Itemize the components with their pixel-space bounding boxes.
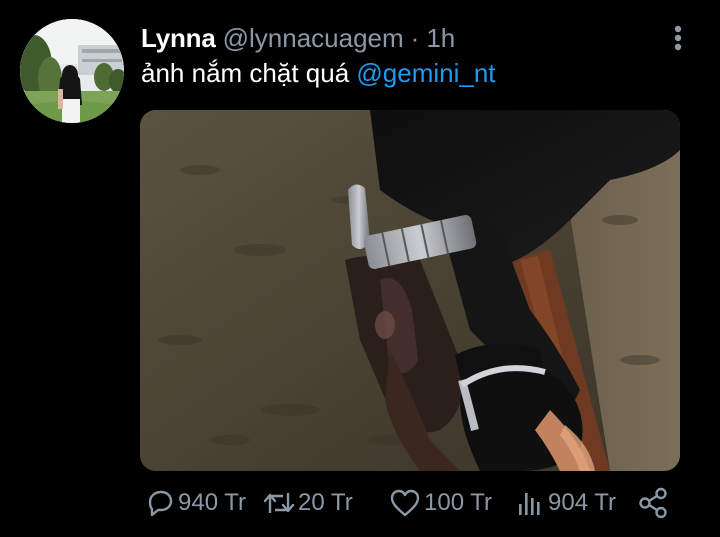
tweet-actions-bar: 940 Tr 20 Tr 100 Tr 904 Tr — [140, 484, 680, 522]
reply-count: 940 Tr — [178, 489, 247, 516]
analytics-icon — [516, 487, 546, 519]
display-name[interactable]: Lynna — [141, 22, 216, 54]
tweet-body: ảnh nắm chặt quá — [141, 58, 357, 88]
views-button[interactable]: 904 Tr — [516, 484, 616, 522]
timestamp[interactable]: 1h — [426, 22, 455, 54]
share-icon — [636, 486, 670, 520]
more-vertical-icon — [674, 25, 682, 51]
tweet-text: ảnh nắm chặt quá @gemini_nt — [141, 57, 496, 89]
more-options-button[interactable] — [664, 22, 692, 54]
reply-icon — [144, 487, 176, 519]
like-button[interactable]: 100 Tr — [388, 484, 492, 522]
like-count: 100 Tr — [424, 489, 493, 516]
views-count: 904 Tr — [548, 489, 617, 516]
username-handle[interactable]: @lynnacuagem — [223, 22, 404, 54]
reply-button[interactable]: 940 Tr — [144, 484, 246, 522]
tweet-media-photo[interactable] — [140, 110, 680, 471]
heart-icon — [388, 487, 422, 519]
retweet-icon — [262, 487, 296, 519]
tweet-header: Lynna @lynnacuagem · 1h — [141, 22, 455, 54]
retweet-count: 20 Tr — [298, 489, 353, 516]
mention-link[interactable]: @gemini_nt — [356, 58, 495, 88]
share-button[interactable] — [636, 484, 672, 522]
retweet-button[interactable]: 20 Tr — [262, 484, 353, 522]
avatar[interactable] — [20, 19, 124, 123]
tweet[interactable]: Lynna @lynnacuagem · 1h ảnh nắm chặt quá… — [0, 0, 720, 537]
separator-dot: · — [410, 23, 420, 53]
